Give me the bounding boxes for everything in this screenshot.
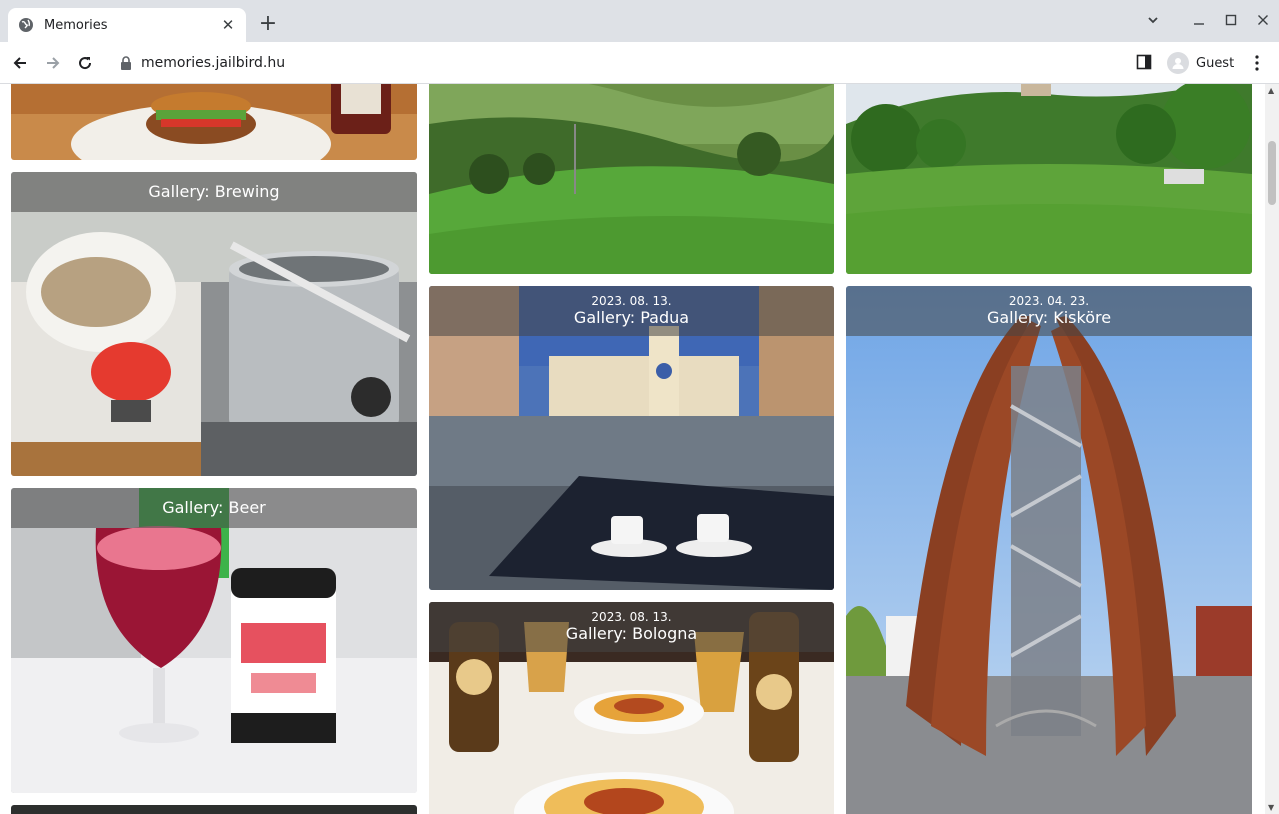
gallery-overlay: 2023. 04. 23. Gallery: Kisköre	[846, 286, 1252, 336]
url-text: memories.jailbird.hu	[141, 55, 286, 71]
gallery-title: Gallery: Beer	[162, 498, 266, 517]
browser-toolbar: memories.jailbird.hu Guest	[0, 42, 1279, 84]
park-photo	[846, 84, 1252, 274]
gallery-title: Gallery: Padua	[573, 308, 690, 327]
gallery-overlay: Gallery: Brewing	[11, 172, 417, 212]
page-scrollbar[interactable]: ▲ ▼	[1265, 84, 1279, 814]
kebab-menu-icon[interactable]	[1248, 54, 1266, 72]
mountain-meadow-photo	[429, 84, 834, 274]
gallery-title: Gallery: Bologna	[565, 624, 698, 643]
dark-photo	[11, 805, 417, 814]
new-tab-button[interactable]: +	[256, 12, 280, 36]
gallery-card-bologna[interactable]: 2023. 08. 13. Gallery: Bologna	[429, 602, 834, 814]
gallery-date: 2023. 08. 13.	[591, 294, 672, 308]
close-tab-icon[interactable]: ✕	[220, 17, 236, 33]
maximize-icon[interactable]	[1219, 10, 1243, 34]
tab-strip: Memories ✕ +	[0, 0, 1279, 42]
gallery-date: 2023. 08. 13.	[591, 610, 672, 624]
gallery-card-brewing[interactable]: Gallery: Brewing	[11, 172, 417, 476]
gallery-title: Gallery: Brewing	[148, 182, 280, 201]
profile-name: Guest	[1196, 55, 1235, 71]
gallery-card-partial[interactable]	[11, 805, 417, 814]
gallery-title: Gallery: Kisköre	[986, 308, 1112, 327]
gallery-overlay: Gallery: Beer	[11, 488, 417, 528]
page-content: Gallery: Brewing Gallery: Beer 2023. 08.…	[0, 84, 1265, 814]
gallery-card-beer[interactable]: Gallery: Beer	[11, 488, 417, 793]
tab-search-icon[interactable]	[1141, 10, 1165, 34]
back-icon[interactable]	[7, 50, 33, 76]
scroll-down-icon[interactable]: ▼	[1268, 803, 1274, 812]
profile-button[interactable]: Guest	[1162, 48, 1238, 78]
globe-icon	[19, 18, 33, 32]
gallery-overlay: 2023. 08. 13. Gallery: Padua	[429, 286, 834, 336]
window-close-icon[interactable]	[1251, 10, 1275, 34]
kiskore-tower-photo	[846, 286, 1252, 814]
minimize-icon[interactable]	[1187, 10, 1211, 34]
gallery-card-meadow[interactable]	[429, 84, 834, 274]
gallery-card-food[interactable]	[11, 84, 417, 160]
person-icon	[1172, 58, 1184, 69]
burger-photo	[11, 84, 417, 160]
gallery-date: 2023. 04. 23.	[1008, 294, 1090, 308]
lock-icon	[121, 56, 131, 70]
scroll-up-icon[interactable]: ▲	[1268, 86, 1274, 95]
gallery-card-kiskore[interactable]: 2023. 04. 23. Gallery: Kisköre	[846, 286, 1252, 814]
forward-icon[interactable]	[40, 50, 66, 76]
browser-tab[interactable]: Memories ✕	[8, 8, 246, 42]
scroll-thumb[interactable]	[1268, 141, 1276, 205]
tab-title: Memories	[44, 17, 108, 33]
side-panel-icon[interactable]	[1136, 54, 1152, 70]
avatar	[1167, 52, 1189, 74]
beer-photo	[11, 488, 417, 793]
address-bar[interactable]: memories.jailbird.hu	[108, 47, 1120, 79]
gallery-card-padua[interactable]: 2023. 08. 13. Gallery: Padua	[429, 286, 834, 590]
reload-icon[interactable]	[72, 50, 98, 76]
brewing-photo	[11, 172, 417, 476]
gallery-overlay: 2023. 08. 13. Gallery: Bologna	[429, 602, 834, 652]
gallery-card-park[interactable]	[846, 84, 1252, 274]
